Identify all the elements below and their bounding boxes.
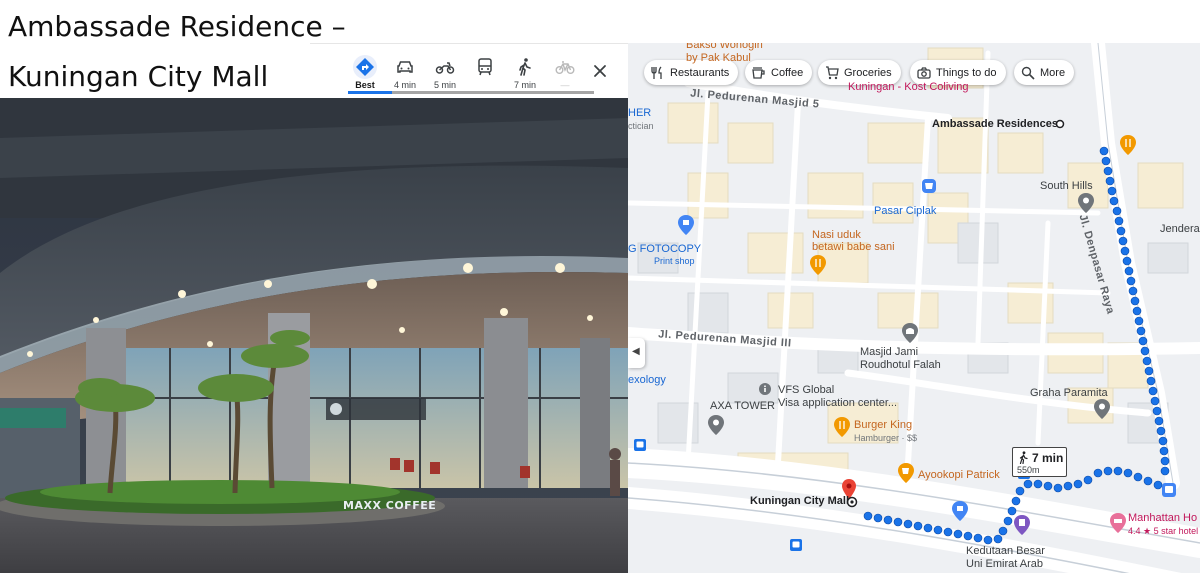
info-pin-icon[interactable] xyxy=(759,383,771,395)
collapse-panel-button[interactable]: ◀ xyxy=(628,338,645,368)
place-manhattan-sub: 4.4 ★ 5 star hotel xyxy=(1128,526,1199,536)
place-ayookopi: Ayookopi Patrick xyxy=(918,469,1000,481)
walk-icon xyxy=(1019,451,1028,464)
market-pin-icon[interactable] xyxy=(922,179,936,193)
mall-entrance-photo: MAXX COFFEE xyxy=(0,98,628,573)
place-exology: exology xyxy=(628,374,666,386)
place-vfs-1: VFS Global xyxy=(778,384,835,396)
mode-motorcycle-label: 5 min xyxy=(433,80,456,90)
coffee-pin-icon[interactable] xyxy=(898,463,914,483)
place-bakso-2: by Pak Kabul xyxy=(686,52,751,64)
chip-groceries-label: Groceries xyxy=(844,66,892,79)
landmark-pin-icon[interactable] xyxy=(1078,193,1094,213)
search-icon xyxy=(1021,66,1035,80)
place-pasar-ciplak: Pasar Ciplak xyxy=(874,205,937,217)
shop-pin-icon[interactable] xyxy=(678,215,694,235)
mosque-pin-icon[interactable] xyxy=(902,323,918,343)
chip-coffee-label: Coffee xyxy=(771,66,804,79)
bus-stop-icon[interactable] xyxy=(790,539,802,551)
close-icon[interactable] xyxy=(589,60,611,82)
place-manhattan: Manhattan Ho xyxy=(1128,512,1198,524)
walk-icon xyxy=(519,58,531,76)
mode-bicycle-label: — xyxy=(560,80,570,90)
place-fotocopy-sub: Print shop xyxy=(654,256,695,266)
place-nasi-uduk-2: betawi babe sani xyxy=(812,241,895,253)
place-burger-king-sub: Hamburger · $$ xyxy=(854,433,918,443)
hotel-pin-icon[interactable] xyxy=(1110,513,1126,533)
place-her: HER xyxy=(628,107,652,119)
restaurant-pin-icon[interactable] xyxy=(834,417,850,437)
place-masjid-2: Roudhotul Falah xyxy=(860,359,941,371)
place-her-sub: ctician xyxy=(628,121,654,131)
place-kuningan: Kuningan City Mall xyxy=(750,495,849,507)
place-bakso-1: Bakso Wonogiri xyxy=(686,43,763,51)
cart-icon xyxy=(826,65,839,79)
shop-pin-icon[interactable] xyxy=(952,501,968,521)
map-view[interactable]: Restaurants Coffee Groceries Things to d… xyxy=(628,43,1200,573)
place-south-hills: South Hills xyxy=(1040,180,1093,192)
restaurant-pin-icon[interactable] xyxy=(810,255,826,275)
photo-illustration xyxy=(0,98,628,573)
place-graha: Graha Paramita xyxy=(1030,387,1108,399)
maxx-coffee-sign: MAXX COFFEE xyxy=(343,499,437,512)
place-masjid-1: Masjid Jami xyxy=(860,346,919,358)
embassy-pin-icon[interactable] xyxy=(1014,515,1030,535)
chip-more[interactable]: More xyxy=(1014,60,1075,85)
coffee-icon xyxy=(752,66,765,79)
restaurant-pin-icon[interactable] xyxy=(1120,135,1136,155)
restaurant-icon xyxy=(651,66,662,79)
place-kedutaan-2: Uni Emirat Arab xyxy=(966,558,1044,570)
landmark-pin-icon[interactable] xyxy=(1094,399,1110,419)
mode-walk-label: 7 min xyxy=(513,80,536,90)
landmark-pin-icon[interactable] xyxy=(708,415,724,435)
mode-best-label: Best xyxy=(355,80,375,90)
travel-mode-bar: Best 4 min 5 min 7 min — xyxy=(310,43,628,98)
car-icon xyxy=(397,61,413,73)
route-eta-callout[interactable]: 7 min 550m xyxy=(1012,447,1067,477)
mode-drive-label: 4 min xyxy=(393,80,416,90)
chip-things-to-do-label: Things to do xyxy=(936,66,997,79)
chip-restaurants-label: Restaurants xyxy=(670,66,730,79)
chevron-left-icon: ◀ xyxy=(632,346,640,357)
eta-time: 7 min xyxy=(1032,451,1064,465)
place-vfs-2: Visa application center... xyxy=(778,397,898,409)
motorcycle-icon xyxy=(435,62,455,74)
origin-marker-icon xyxy=(1055,119,1065,129)
eta-distance: 550m xyxy=(1017,465,1040,475)
place-axa: AXA TOWER xyxy=(710,400,776,412)
transit-stop-icon[interactable] xyxy=(1162,483,1176,497)
directions-icon xyxy=(356,58,374,76)
bus-stop-icon[interactable] xyxy=(634,439,646,451)
place-nasi-uduk-1: Nasi uduk xyxy=(812,229,861,241)
place-fotocopy: G FOTOCOPY xyxy=(628,243,702,255)
transit-icon xyxy=(478,58,492,76)
chip-more-label: More xyxy=(1040,66,1066,79)
place-burger-king: Burger King xyxy=(854,419,913,431)
place-kedutaan-1: Kedutaan Besar xyxy=(966,545,1045,557)
camera-icon xyxy=(917,66,931,79)
place-jenderal: Jenderal xyxy=(1160,223,1200,235)
title-line-1: Ambassade Residence – xyxy=(8,10,346,43)
title-line-2: Kuningan City Mall xyxy=(8,60,269,93)
chip-coffee[interactable]: Coffee xyxy=(745,60,813,85)
mode-underline-active xyxy=(348,91,392,94)
bicycle-icon xyxy=(555,61,575,74)
place-ambassade: Ambassade Residences xyxy=(932,118,1058,130)
place-kost: Kuningan - Kost Coliving xyxy=(848,81,969,93)
